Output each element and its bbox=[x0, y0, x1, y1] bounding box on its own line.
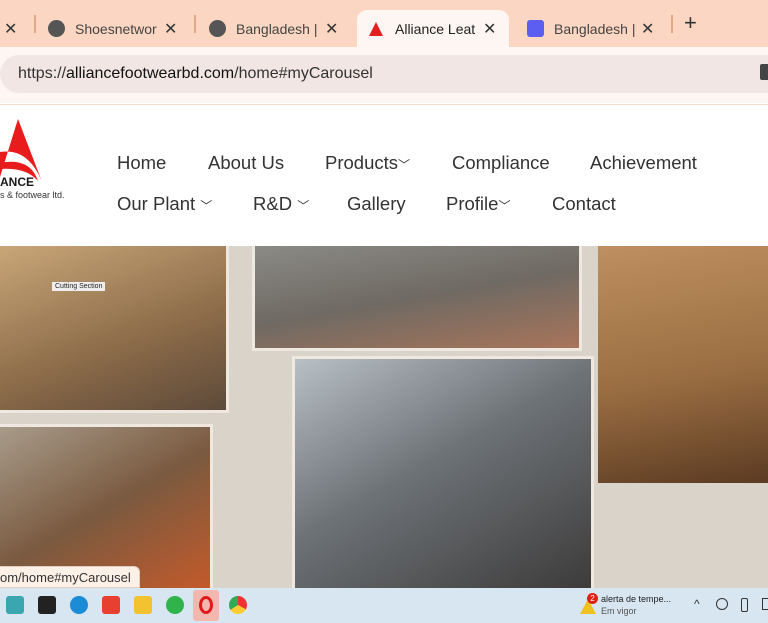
url-field[interactable]: https://alliancefootwearbd.com/home#myCa… bbox=[0, 55, 768, 93]
close-tab-icon[interactable]: ✕ bbox=[483, 19, 496, 39]
taskbar-app-icon[interactable] bbox=[6, 596, 24, 614]
nav-rnd[interactable]: R&D ﹀ bbox=[253, 193, 309, 215]
tab-separator bbox=[194, 15, 196, 33]
photo-factory-floor bbox=[598, 246, 768, 483]
company-logo[interactable]: ANCE s & footwear ltd. bbox=[0, 117, 70, 200]
taskbar: 2 alerta de tempe... Em vigor ^ bbox=[0, 588, 768, 623]
nav-our-plant[interactable]: Our Plant ﹀ bbox=[117, 193, 212, 215]
whatsapp-icon[interactable] bbox=[166, 596, 184, 614]
photo-stitching bbox=[252, 246, 582, 351]
nav-compliance[interactable]: Compliance bbox=[452, 152, 550, 174]
nav-home[interactable]: Home bbox=[117, 152, 166, 174]
chevron-up-icon[interactable]: ^ bbox=[694, 597, 700, 611]
close-tab-icon[interactable]: ✕ bbox=[641, 19, 654, 39]
nav-profile[interactable]: Profile﹀ bbox=[446, 193, 510, 215]
chevron-down-icon: ﹀ bbox=[398, 158, 411, 172]
edge-icon[interactable] bbox=[70, 596, 88, 614]
new-tab-button[interactable]: + bbox=[684, 10, 697, 36]
file-explorer-icon[interactable] bbox=[134, 596, 152, 614]
nav-gallery[interactable]: Gallery bbox=[347, 193, 406, 215]
hero-carousel[interactable]: Cutting Section bbox=[0, 246, 768, 588]
tab-strip: ✕ Shoesnetwor ✕ Bangladesh | ✕ Alliance … bbox=[0, 0, 768, 47]
weather-alert-widget[interactable]: 2 alerta de tempe... Em vigor bbox=[580, 593, 690, 619]
chevron-down-icon: ﹀ bbox=[297, 199, 310, 213]
close-tab-icon[interactable]: ✕ bbox=[325, 19, 338, 39]
address-bar-area: https://alliancefootwearbd.com/home#myCa… bbox=[0, 47, 768, 103]
nav-contact[interactable]: Contact bbox=[552, 193, 616, 215]
site-icon bbox=[527, 20, 544, 37]
globe-icon bbox=[48, 20, 65, 37]
usb-icon[interactable] bbox=[741, 598, 748, 612]
globe-icon bbox=[209, 20, 226, 37]
photo-cutting-section: Cutting Section bbox=[0, 246, 229, 413]
tab-alliance[interactable]: Alliance Leat ✕ bbox=[357, 10, 509, 47]
tab-bangladesh-2[interactable]: Bangladesh | ✕ bbox=[527, 10, 667, 47]
alliance-logo-icon bbox=[369, 21, 383, 36]
battery-icon[interactable] bbox=[762, 598, 768, 610]
notification-badge: 2 bbox=[587, 593, 598, 604]
site-header: ANCE s & footwear ltd. Home About Us Pro… bbox=[0, 104, 768, 246]
network-off-icon[interactable] bbox=[716, 598, 728, 610]
tab-shoesnetwork[interactable]: Shoesnetwor ✕ bbox=[48, 10, 188, 47]
close-tab-icon[interactable]: ✕ bbox=[164, 19, 177, 39]
nav-products[interactable]: Products﹀ bbox=[325, 152, 410, 174]
chevron-down-icon: ﹀ bbox=[498, 199, 511, 213]
tab-separator bbox=[34, 15, 36, 33]
link-status-bubble: om/home#myCarousel bbox=[0, 566, 140, 588]
chevron-down-icon: ﹀ bbox=[200, 199, 213, 213]
tab-separator bbox=[671, 15, 673, 33]
extension-icon[interactable] bbox=[760, 64, 768, 80]
nav-about-us[interactable]: About Us bbox=[208, 152, 284, 174]
photo-workshop bbox=[0, 424, 213, 588]
chrome-icon[interactable] bbox=[229, 596, 247, 614]
photo-lasting-machine bbox=[292, 356, 594, 588]
nav-achievement[interactable]: Achievement bbox=[590, 152, 697, 174]
tab-bangladesh-1[interactable]: Bangladesh | ✕ bbox=[209, 10, 349, 47]
taskbar-app-icon[interactable] bbox=[102, 596, 120, 614]
taskbar-app-icon[interactable] bbox=[38, 596, 56, 614]
opera-icon[interactable] bbox=[193, 590, 219, 621]
